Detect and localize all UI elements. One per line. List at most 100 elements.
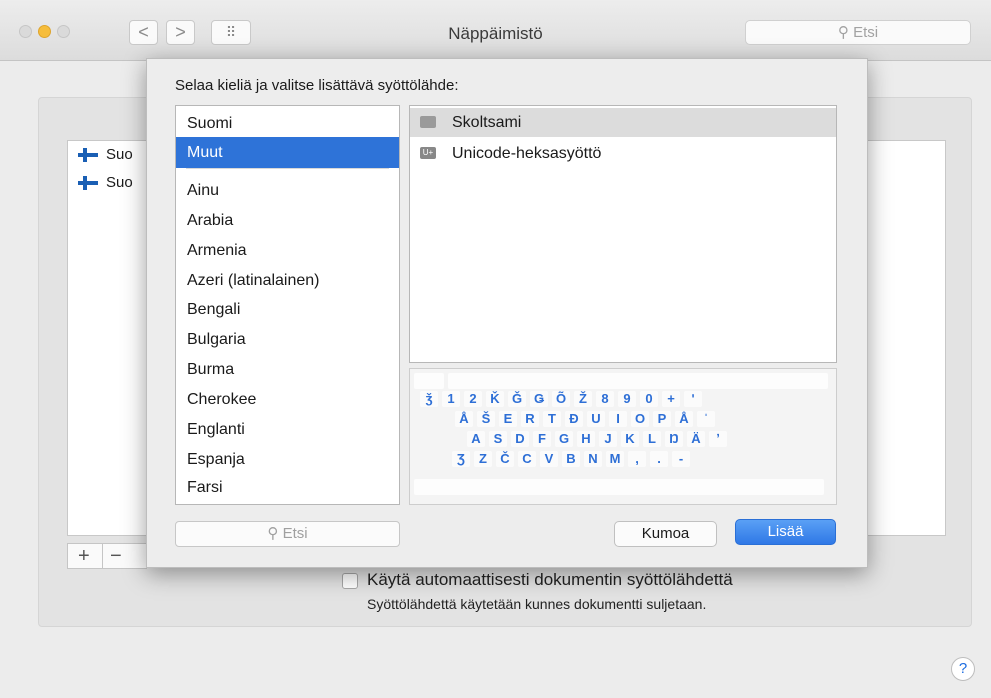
- window-titlebar: < > ⠿ Näppäimistö ⚲ Etsi: [0, 0, 991, 61]
- finnish-sami-flag-icon: [78, 176, 98, 191]
- remove-source-button[interactable]: −: [110, 544, 122, 568]
- keyboard-row: ǯ 1 2 Ǩ Ǧ Ǥ Õ Ž 8 9 0 + ʹ: [420, 391, 706, 407]
- language-item[interactable]: Farsi: [176, 472, 399, 503]
- keyboard-key: C: [518, 451, 536, 467]
- unicode-icon: U+: [420, 147, 436, 159]
- keyboard-key: 0: [640, 391, 658, 407]
- keyboard-key: J: [599, 431, 617, 447]
- source-item[interactable]: U+ Unicode-heksasyöttö: [410, 139, 836, 168]
- finnish-flag-icon: [78, 148, 98, 163]
- keyboard-key: Å: [455, 411, 473, 427]
- add-source-button[interactable]: +: [78, 544, 90, 568]
- keyboard-key: S: [489, 431, 507, 447]
- keyboard-key: ʼ: [709, 431, 727, 447]
- keyboard-row: ÅŠERTĐUIOPÅˈ: [455, 411, 719, 427]
- keyboard-key: Ä: [687, 431, 705, 447]
- language-item[interactable]: Armenia: [176, 235, 399, 266]
- keyboard-row: ƷZČCVBNM,.-: [452, 451, 694, 467]
- keyboard-key: 1: [442, 391, 460, 407]
- keyboard-key: V: [540, 451, 558, 467]
- language-item[interactable]: Bengali: [176, 294, 399, 325]
- keyboard-key: Ž: [574, 391, 592, 407]
- keyboard-key: -: [672, 451, 690, 467]
- source-label: Unicode-heksasyöttö: [452, 145, 602, 162]
- input-source-row[interactable]: Suo: [68, 141, 148, 169]
- keyboard-key: Ǧ: [508, 391, 526, 407]
- keyboard-key: Đ: [565, 411, 583, 427]
- keyboard-key: D: [511, 431, 529, 447]
- search-field[interactable]: ⚲ Etsi: [745, 20, 971, 45]
- cancel-button[interactable]: Kumoa: [614, 521, 717, 547]
- keyboard-layout-preview: ǯ 1 2 Ǩ Ǧ Ǥ Õ Ž 8 9 0 + ʹ ÅŠERTĐUIOPÅˈ ASDFGHJKLŊÄʼ …: [409, 368, 837, 505]
- keyboard-key: Ǩ: [486, 391, 504, 407]
- keyboard-icon: [420, 116, 436, 128]
- keyboard-key: O: [631, 411, 649, 427]
- keyboard-key: K: [621, 431, 639, 447]
- add-button[interactable]: Lisää: [735, 519, 836, 545]
- keyboard-key: Š: [477, 411, 495, 427]
- keyboard-key: P: [653, 411, 671, 427]
- keyboard-row-blank: [414, 479, 828, 495]
- keyboard-row-blank: [414, 373, 832, 389]
- keyboard-key: 2: [464, 391, 482, 407]
- keyboard-key: Õ: [552, 391, 570, 407]
- language-list[interactable]: Suomi Muut Ainu Arabia Armenia Azeri (la…: [175, 105, 400, 505]
- keyboard-key: +: [662, 391, 680, 407]
- keyboard-key: Ʒ: [452, 451, 470, 467]
- language-item[interactable]: Espanja: [176, 444, 399, 475]
- keyboard-row: ASDFGHJKLŊÄʼ: [467, 431, 731, 447]
- language-item[interactable]: Bulgaria: [176, 324, 399, 355]
- language-item-selected[interactable]: Muut: [176, 137, 399, 168]
- language-item[interactable]: Burma: [176, 354, 399, 385]
- input-source-label: Suo: [106, 146, 133, 163]
- language-item[interactable]: Ainu: [176, 175, 399, 206]
- keyboard-key: Ǥ: [530, 391, 548, 407]
- keyboard-key: E: [499, 411, 517, 427]
- keyboard-key: G: [555, 431, 573, 447]
- input-source-label: Suo: [106, 174, 133, 191]
- language-separator: [186, 168, 389, 169]
- keyboard-key: ˈ: [697, 411, 715, 427]
- keyboard-key: B: [562, 451, 580, 467]
- language-item[interactable]: Englanti: [176, 414, 399, 445]
- keyboard-key: M: [606, 451, 624, 467]
- keyboard-key: ,: [628, 451, 646, 467]
- keyboard-key: I: [609, 411, 627, 427]
- keyboard-key: Å: [675, 411, 693, 427]
- magnifier-icon: ⚲: [837, 24, 849, 41]
- language-item[interactable]: Azeri (latinalainen): [176, 265, 399, 296]
- add-remove-buttons: + −: [67, 543, 147, 569]
- input-source-row[interactable]: Suo: [68, 169, 148, 197]
- keyboard-key: ǯ: [420, 391, 438, 407]
- keyboard-key: L: [643, 431, 661, 447]
- sheet-title: Selaa kieliä ja valitse lisättävä syöttö…: [175, 77, 459, 94]
- keyboard-key: 9: [618, 391, 636, 407]
- search-placeholder: Etsi: [282, 525, 308, 542]
- keyboard-key: A: [467, 431, 485, 447]
- auto-switch-note: Syöttölähdettä käytetään kunnes dokument…: [367, 596, 707, 612]
- auto-switch-label: Käytä automaattisesti dokumentin syöttöl…: [367, 570, 733, 589]
- language-item[interactable]: Suomi: [176, 108, 399, 139]
- keyboard-key: U: [587, 411, 605, 427]
- language-search-field[interactable]: ⚲ Etsi: [175, 521, 400, 547]
- keyboard-key: H: [577, 431, 595, 447]
- divider: [102, 544, 103, 568]
- keyboard-key: T: [543, 411, 561, 427]
- source-label: Skoltsami: [452, 114, 522, 131]
- input-sources-list[interactable]: Suo Suo: [67, 140, 149, 536]
- input-source-options-list[interactable]: Skoltsami U+ Unicode-heksasyöttö: [409, 105, 837, 363]
- keyboard-key: Č: [496, 451, 514, 467]
- keyboard-key: R: [521, 411, 539, 427]
- magnifier-icon: ⚲: [267, 525, 279, 542]
- auto-switch-checkbox[interactable]: [342, 573, 358, 589]
- help-button[interactable]: ?: [951, 657, 975, 681]
- search-placeholder: Etsi: [853, 24, 879, 41]
- keyboard-key: .: [650, 451, 668, 467]
- keyboard-key: F: [533, 431, 551, 447]
- language-item[interactable]: Cherokee: [176, 384, 399, 415]
- source-item-selected[interactable]: Skoltsami: [410, 108, 836, 137]
- language-item[interactable]: Arabia: [176, 205, 399, 236]
- keyboard-key: N: [584, 451, 602, 467]
- keyboard-key: Ŋ: [665, 431, 683, 447]
- keyboard-key: Z: [474, 451, 492, 467]
